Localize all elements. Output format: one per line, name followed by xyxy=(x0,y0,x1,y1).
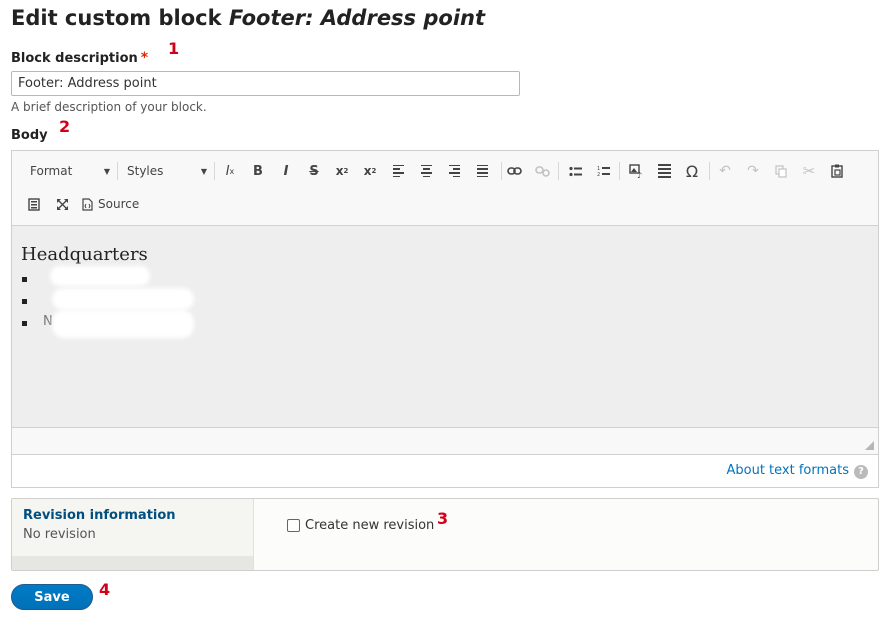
body-editor: Format ▼ Styles ▼ Ix B I S x2 x2 12 ♪ Ω … xyxy=(11,150,879,488)
toolbar-separator xyxy=(558,162,559,180)
revision-tab-summary: No revision xyxy=(23,527,96,542)
required-marker: * xyxy=(140,50,149,66)
link-icon[interactable] xyxy=(504,160,524,182)
copy-icon[interactable] xyxy=(771,160,791,182)
toolbar-separator xyxy=(619,162,620,180)
styles-dropdown-label: Styles xyxy=(127,164,164,178)
block-description-label-text: Block description xyxy=(11,51,138,66)
strikethrough-icon[interactable]: S xyxy=(304,160,324,182)
source-icon xyxy=(82,197,93,211)
annotation-3: 3 xyxy=(437,509,449,528)
annotation-1: 1 xyxy=(168,39,180,58)
subscript-icon[interactable]: x2 xyxy=(360,160,380,182)
source-button-label: Source xyxy=(98,197,140,211)
list-item-bullet xyxy=(22,277,27,282)
toolbar-separator xyxy=(214,162,215,180)
styles-dropdown[interactable]: Styles ▼ xyxy=(127,160,207,182)
list-item-bullet xyxy=(22,299,27,304)
save-button[interactable]: Save xyxy=(11,584,93,610)
show-blocks-icon[interactable] xyxy=(24,193,44,215)
content-heading: Headquarters xyxy=(21,244,148,265)
chevron-down-icon: ▼ xyxy=(103,166,110,176)
bulleted-list-icon[interactable] xyxy=(565,160,585,182)
page-title-block-name: Footer: Address point xyxy=(228,6,486,30)
special-character-icon[interactable]: Ω xyxy=(682,160,702,182)
page-title: Edit custom block Footer: Address point xyxy=(11,6,485,30)
editor-toolbar: Format ▼ Styles ▼ Ix B I S x2 x2 12 ♪ Ω … xyxy=(12,151,878,226)
redaction xyxy=(52,310,194,338)
format-dropdown-label: Format xyxy=(30,164,73,178)
about-text-formats-link[interactable]: About text formats xyxy=(726,463,849,478)
cut-icon[interactable]: ✂ xyxy=(799,160,819,182)
create-new-revision-label[interactable]: Create new revision xyxy=(305,518,434,533)
block-description-help: A brief description of your block. xyxy=(11,100,207,114)
body-label: Body xyxy=(11,128,48,143)
editor-status-bar xyxy=(12,428,878,455)
redo-icon[interactable]: ↷ xyxy=(743,160,763,182)
justify-icon[interactable] xyxy=(472,160,492,182)
block-description-label: Block description * xyxy=(11,50,148,66)
revision-tab-footer xyxy=(12,556,253,570)
create-new-revision-checkbox[interactable] xyxy=(287,519,300,532)
list-item-bullet xyxy=(22,321,27,326)
block-description-input[interactable] xyxy=(11,71,520,96)
revision-tab-title: Revision information xyxy=(23,508,176,523)
image-icon[interactable]: ♪ xyxy=(626,160,646,182)
align-right-icon[interactable] xyxy=(444,160,464,182)
redaction xyxy=(52,288,194,310)
redaction xyxy=(50,266,150,286)
svg-text:2: 2 xyxy=(597,172,600,177)
revision-tab[interactable]: Revision information No revision xyxy=(12,499,254,570)
annotation-4: 4 xyxy=(99,580,111,599)
bold-icon[interactable]: B xyxy=(248,160,268,182)
annotation-2: 2 xyxy=(59,117,71,136)
toolbar-separator xyxy=(117,162,118,180)
undo-icon[interactable]: ↶ xyxy=(715,160,735,182)
format-dropdown[interactable]: Format ▼ xyxy=(30,160,110,182)
toolbar-separator xyxy=(709,162,710,180)
unlink-icon[interactable] xyxy=(532,160,552,182)
align-left-icon[interactable] xyxy=(388,160,408,182)
help-icon[interactable]: ? xyxy=(854,465,868,479)
align-center-icon[interactable] xyxy=(416,160,436,182)
toolbar-separator xyxy=(501,162,502,180)
paste-icon[interactable] xyxy=(827,160,847,182)
page-title-prefix: Edit custom block xyxy=(11,6,222,30)
resize-handle-icon[interactable] xyxy=(865,441,874,450)
maximize-icon[interactable] xyxy=(52,193,72,215)
superscript-icon[interactable]: x2 xyxy=(332,160,352,182)
horizontal-rule-icon[interactable] xyxy=(654,160,674,182)
create-new-revision-field: Create new revision xyxy=(287,518,434,533)
chevron-down-icon: ▼ xyxy=(200,166,207,176)
italic-icon[interactable]: I xyxy=(276,160,296,182)
remove-format-icon[interactable]: Ix xyxy=(220,160,240,182)
svg-text:♪: ♪ xyxy=(637,171,642,178)
numbered-list-icon[interactable]: 12 xyxy=(593,160,613,182)
source-button[interactable]: Source xyxy=(82,193,144,215)
editor-content-area[interactable]: Headquarters N xyxy=(12,226,878,428)
